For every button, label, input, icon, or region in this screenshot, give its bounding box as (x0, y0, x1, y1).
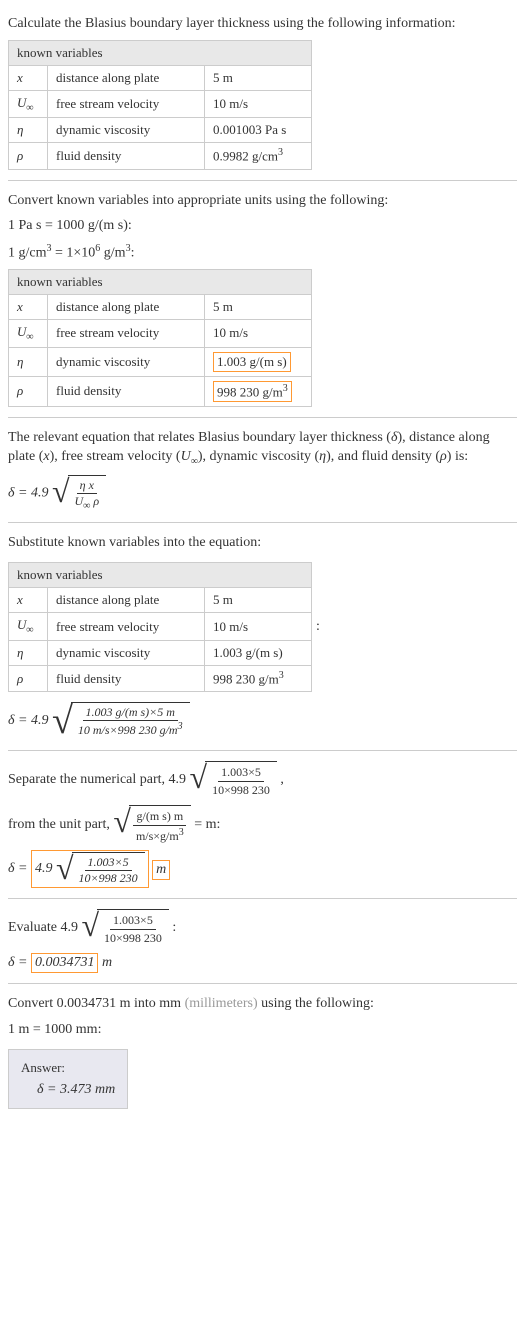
equation-separated: δ = 4.9 √ 1.003×5 10×998 230 m (8, 850, 517, 888)
answer-box: Answer: δ = 3.473 mm (8, 1049, 128, 1109)
step5-line2: from the unit part, √ g/(m s) m m/s×g/m3… (8, 805, 517, 845)
intro-text: Calculate the Blasius boundary layer thi… (8, 14, 517, 34)
highlighted-value: 1.003 g/(m s) (213, 352, 291, 372)
known-variables-table-3: known variables x distance along plate 5… (8, 562, 312, 692)
highlighted-value: m (152, 860, 170, 880)
table-row: ρ fluid density 998 230 g/m3 (9, 666, 311, 691)
table-row: η dynamic viscosity 1.003 g/(m s) (9, 641, 311, 665)
table-row: U∞ free stream velocity 10 m/s (9, 320, 311, 347)
known-variables-table-1: known variables x distance along plate 5… (8, 40, 312, 170)
table-row: x distance along plate 5 m (9, 588, 311, 612)
table-row: U∞ free stream velocity 10 m/s (9, 613, 311, 640)
divider (8, 898, 517, 899)
highlighted-value: 4.9 √ 1.003×5 10×998 230 (31, 850, 149, 888)
table-header: known variables (9, 41, 311, 65)
table-row: x distance along plate 5 m (9, 66, 311, 90)
equation-substituted: δ = 4.9 √ 1.003 g/(m s)×5 m 10 m/s×998 2… (8, 702, 517, 740)
step4-text: Substitute known variables into the equa… (8, 533, 517, 553)
equation-delta: δ = 4.9 √ η x U∞ ρ (8, 475, 517, 511)
step3-text: The relevant equation that relates Blasi… (8, 428, 517, 469)
table-row: η dynamic viscosity 1.003 g/(m s) (9, 348, 311, 376)
equation-evaluated: δ = 0.0034731 m (8, 953, 517, 973)
step7-line2: 1 m = 1000 mm: (8, 1020, 517, 1040)
table-row: x distance along plate 5 m (9, 295, 311, 319)
colon: : (316, 619, 320, 635)
table-row: U∞ free stream velocity 10 m/s (9, 91, 311, 118)
highlighted-value: 998 230 g/m3 (213, 381, 292, 402)
table-header: known variables (9, 563, 311, 587)
step7-line1: Convert 0.0034731 m into mm (millimeters… (8, 994, 517, 1014)
divider (8, 983, 517, 984)
table-row: ρ fluid density 998 230 g/m3 (9, 377, 311, 406)
divider (8, 522, 517, 523)
step2-line3: 1 g/cm3 = 1×106 g/m3: (8, 242, 517, 263)
divider (8, 417, 517, 418)
table-row: η dynamic viscosity 0.001003 Pa s (9, 118, 311, 142)
step5-line1: Separate the numerical part, 4.9 √ 1.003… (8, 761, 517, 799)
table-header: known variables (9, 270, 311, 294)
gray-text: (millimeters) (185, 996, 258, 1011)
table-row: ρ fluid density 0.9982 g/cm3 (9, 143, 311, 168)
highlighted-value: 0.0034731 (31, 953, 99, 973)
step2-line2: 1 Pa s = 1000 g/(m s): (8, 216, 517, 236)
divider (8, 180, 517, 181)
known-variables-table-2: known variables x distance along plate 5… (8, 269, 312, 407)
answer-value: δ = 3.473 mm (21, 1082, 115, 1098)
answer-label: Answer: (21, 1060, 115, 1076)
divider (8, 750, 517, 751)
step6-line1: Evaluate 4.9 √ 1.003×5 10×998 230 : (8, 909, 517, 947)
step2-line1: Convert known variables into appropriate… (8, 191, 517, 211)
